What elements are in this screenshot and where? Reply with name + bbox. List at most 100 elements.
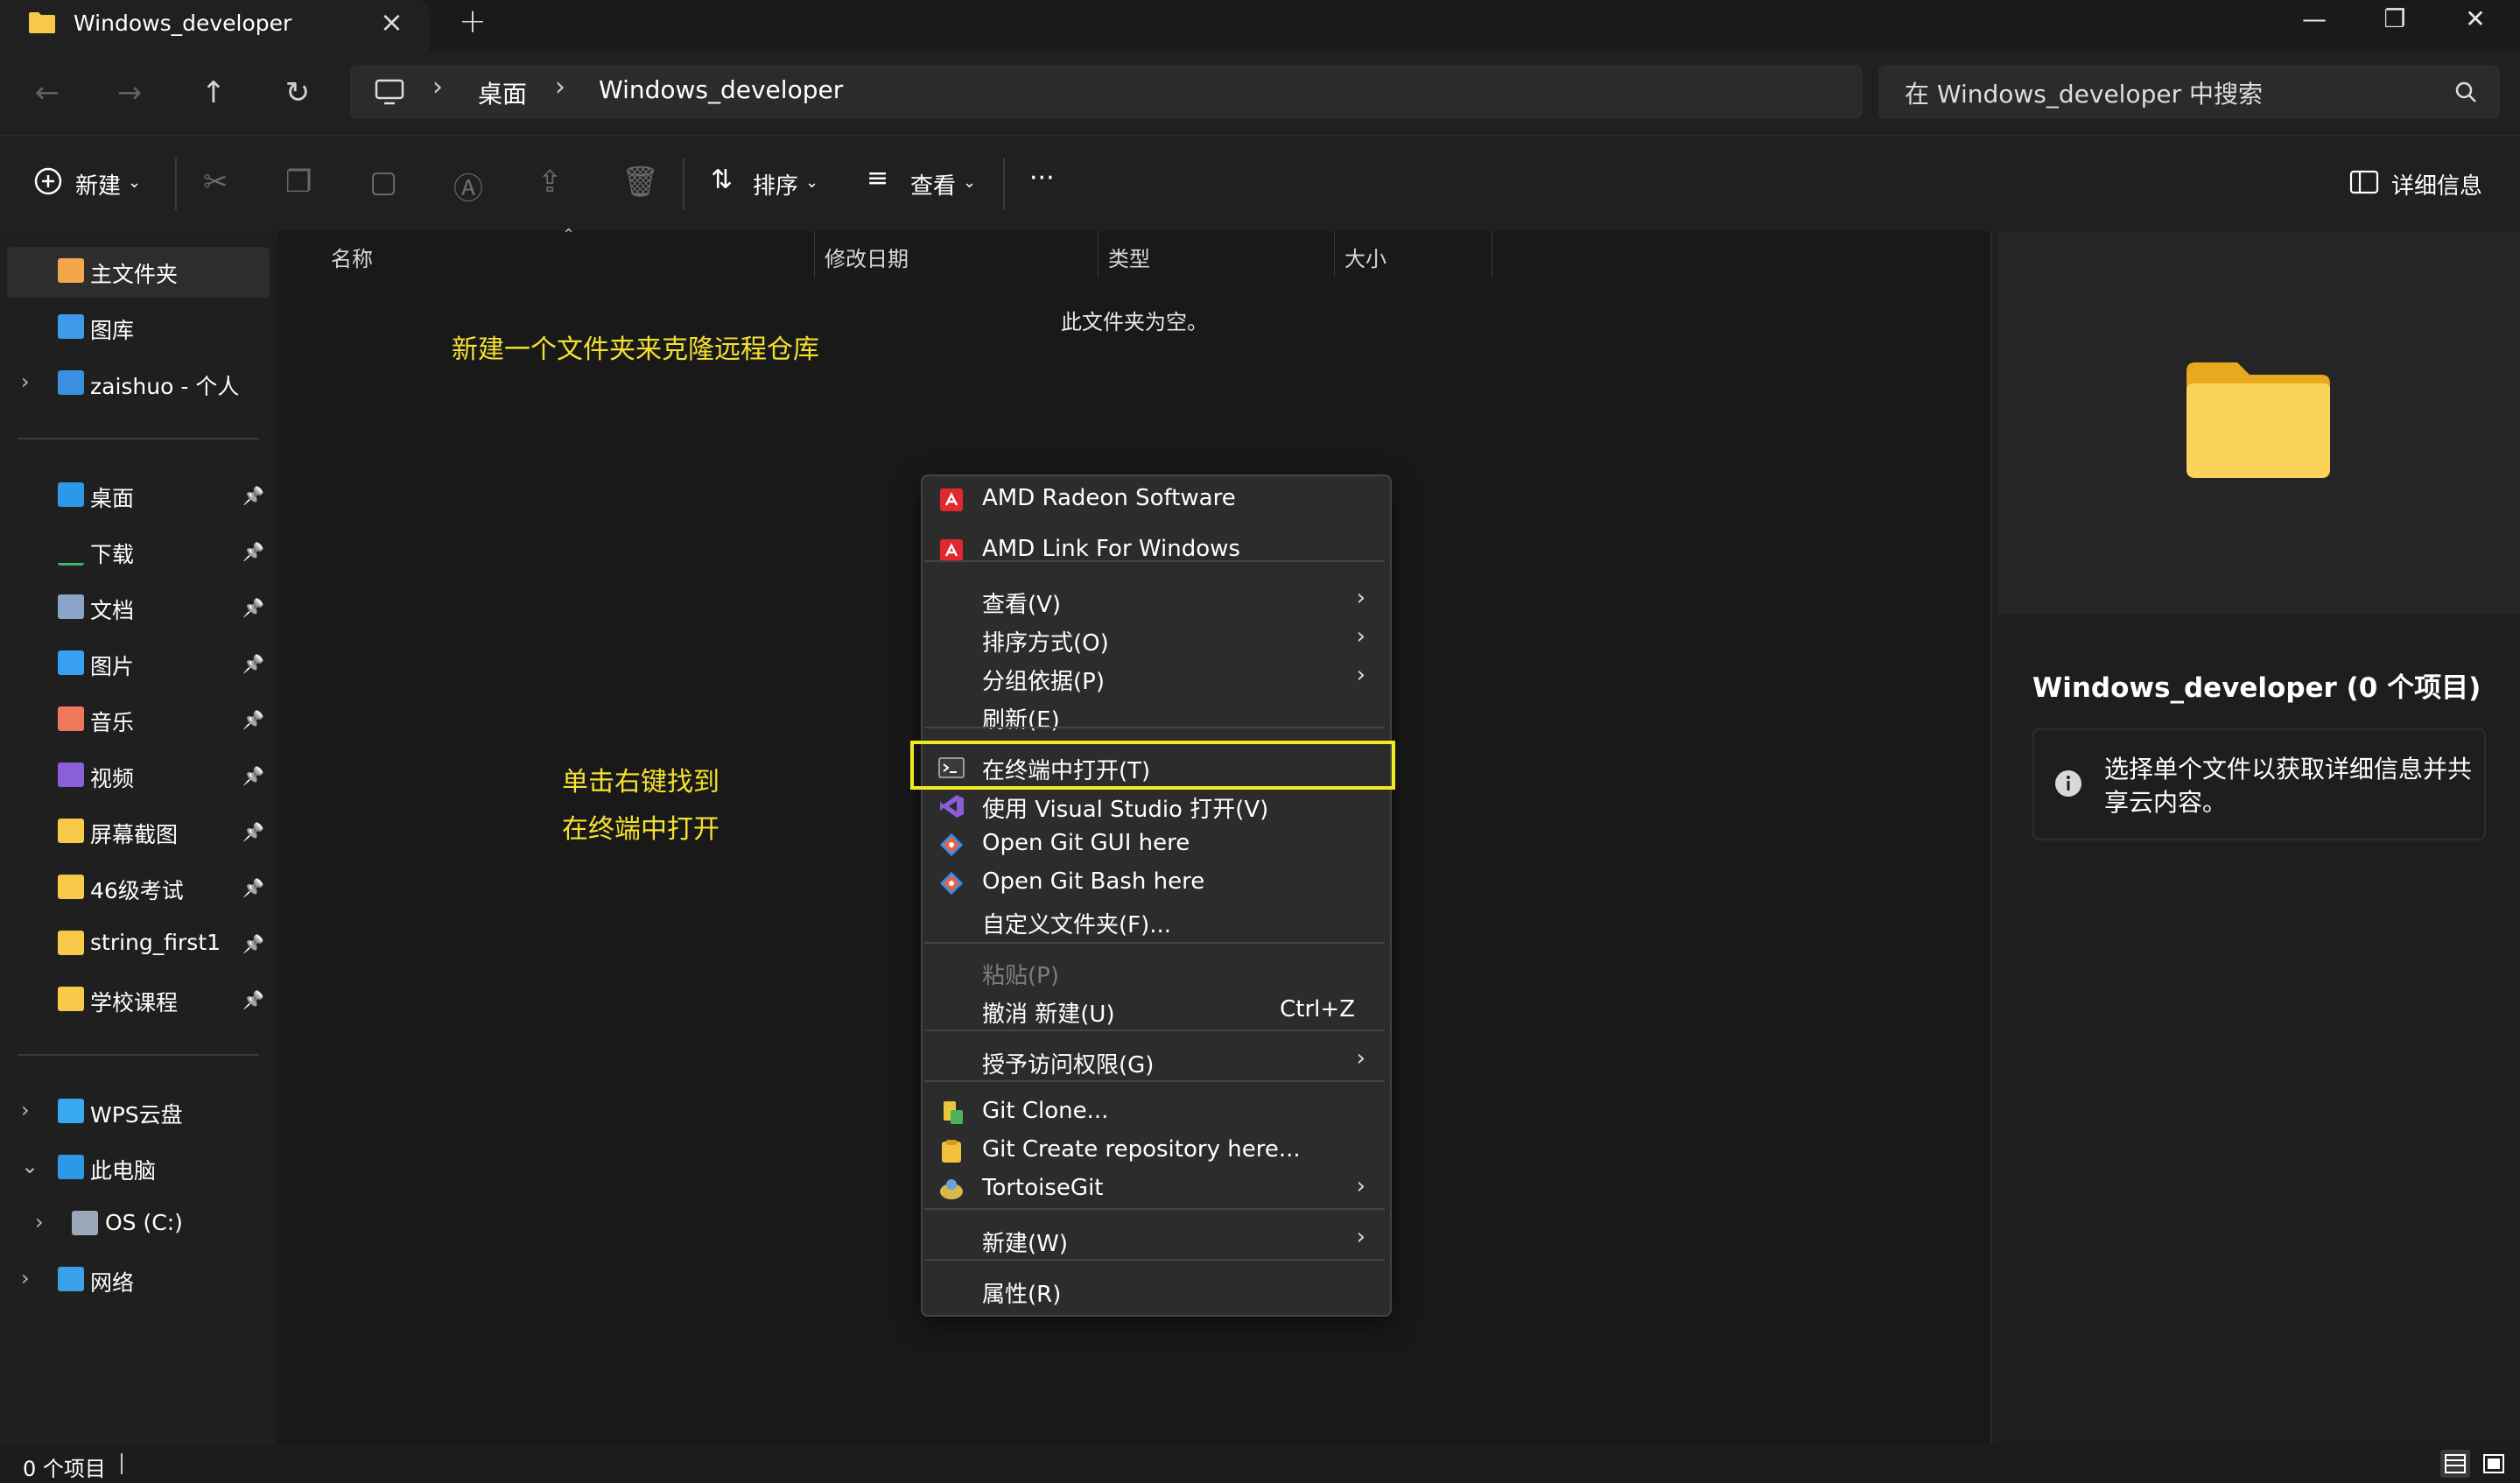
sidebar-item-pinned-2[interactable]: 文档 📌: [7, 583, 270, 634]
chevron-right-icon[interactable]: ›: [35, 1210, 44, 1234]
sidebar-item-pinned-5[interactable]: 视频 📌: [7, 751, 270, 802]
context-menu-item-0[interactable]: AMD Radeon Software: [928, 480, 1381, 518]
sidebar-item-pinned-7[interactable]: 46级考试 📌: [7, 863, 270, 914]
rename-icon[interactable]: Ⓐ: [453, 165, 483, 207]
context-menu-item-9[interactable]: Open Git Bash here: [928, 863, 1381, 902]
chevron-down-icon[interactable]: ⌄: [805, 173, 818, 192]
pin-icon[interactable]: 📌: [242, 709, 264, 730]
pin-icon[interactable]: 📌: [242, 597, 264, 618]
chevron-right-icon[interactable]: ›: [555, 72, 565, 102]
close-window-button[interactable]: ✕: [2437, 0, 2514, 51]
context-menu-item-4[interactable]: 分组依据(P) ›: [928, 658, 1381, 697]
sidebar-item-bottom-3[interactable]: › 网络: [7, 1255, 270, 1306]
details-button[interactable]: 详细信息: [2391, 168, 2482, 200]
context-menu-item-15[interactable]: Git Create repository here...: [928, 1131, 1381, 1170]
sort-button[interactable]: 排序: [753, 168, 798, 200]
paste-icon[interactable]: ▢: [369, 165, 397, 200]
new-plus-icon[interactable]: [33, 166, 63, 196]
pin-icon[interactable]: 📌: [242, 765, 264, 786]
sidebar-item-pinned-9[interactable]: 学校课程 📌: [7, 975, 270, 1026]
refresh-button[interactable]: ↻: [275, 70, 320, 116]
context-menu-item-16[interactable]: TortoiseGit ›: [928, 1170, 1381, 1208]
context-menu-label: Open Git Bash here: [982, 868, 1205, 895]
highlight-box: [910, 741, 1395, 790]
context-menu-item-18[interactable]: 属性(R): [928, 1271, 1381, 1310]
monitor-icon[interactable]: [375, 79, 404, 105]
chevron-down-icon[interactable]: ⌄: [963, 173, 976, 192]
column-divider[interactable]: [1098, 231, 1099, 277]
chevron-right-icon[interactable]: ›: [21, 1098, 30, 1122]
sidebar-item-bottom-2[interactable]: › OS (C:): [7, 1199, 270, 1250]
column-divider[interactable]: [814, 231, 815, 277]
chevron-right-icon[interactable]: ›: [432, 72, 443, 102]
sort-icon[interactable]: ⇅: [711, 165, 733, 195]
network-icon: [58, 1267, 84, 1291]
sidebar-item-pinned-0[interactable]: 桌面 📌: [7, 471, 270, 522]
pin-icon[interactable]: 📌: [242, 821, 264, 842]
column-divider[interactable]: [1334, 231, 1335, 277]
annotation-create-folder: 新建一个文件夹来克隆远程仓库: [452, 334, 819, 365]
sidebar-item-top-1[interactable]: 图库: [7, 303, 270, 354]
pin-icon[interactable]: 📌: [242, 877, 264, 898]
breadcrumb-current[interactable]: Windows_developer: [599, 75, 843, 104]
more-options-button[interactable]: ···: [1029, 163, 1055, 193]
view-icon[interactable]: ≡: [867, 163, 888, 193]
sidebar-item-pinned-3[interactable]: 图片 📌: [7, 639, 270, 690]
context-menu-item-13[interactable]: 授予访问权限(G) ›: [928, 1042, 1381, 1080]
sidebar-item-bottom-0[interactable]: › WPS云盘: [7, 1087, 270, 1138]
sidebar-item-pinned-1[interactable]: 下载 📌: [7, 527, 270, 578]
column-date-modified[interactable]: 修改日期: [825, 242, 909, 272]
minimize-button[interactable]: —: [2276, 0, 2353, 51]
cut-icon[interactable]: ✂: [203, 165, 228, 200]
context-menu-item-12[interactable]: 撤消 新建(U) Ctrl+Z: [928, 991, 1381, 1030]
chevron-right-icon[interactable]: ›: [21, 369, 30, 394]
copy-icon[interactable]: ❐: [285, 165, 312, 200]
address-bar[interactable]: [350, 65, 1863, 119]
context-menu-item-7[interactable]: 使用 Visual Studio 打开(V): [928, 786, 1381, 825]
new-button[interactable]: 新建: [75, 168, 121, 200]
documents-icon: [58, 594, 84, 619]
pin-icon[interactable]: 📌: [242, 989, 264, 1010]
pin-icon[interactable]: 📌: [242, 541, 264, 562]
context-menu-item-5[interactable]: 刷新(E): [928, 697, 1381, 735]
new-tab-button[interactable]: +: [459, 2, 487, 40]
videos-icon: [58, 763, 84, 787]
chevron-right-icon[interactable]: ›: [21, 1266, 30, 1290]
chevron-down-icon[interactable]: ⌄: [128, 173, 141, 192]
context-menu-separator: [924, 1080, 1385, 1082]
sidebar-item-top-0[interactable]: 主文件夹: [7, 247, 270, 298]
breadcrumb-desktop[interactable]: 桌面: [478, 75, 527, 110]
column-name[interactable]: 名称: [331, 242, 373, 272]
column-size[interactable]: 大小: [1344, 242, 1386, 272]
sidebar-item-pinned-8[interactable]: string_first1 📌: [7, 919, 270, 970]
context-menu-item-17[interactable]: 新建(W) ›: [928, 1220, 1381, 1259]
column-type[interactable]: 类型: [1108, 242, 1150, 272]
pin-icon[interactable]: 📌: [242, 933, 264, 954]
pin-icon[interactable]: 📌: [242, 653, 264, 674]
close-tab-icon[interactable]: ×: [380, 5, 404, 39]
pin-icon[interactable]: 📌: [242, 485, 264, 506]
search-icon[interactable]: [2454, 81, 2477, 103]
delete-icon[interactable]: 🗑: [621, 165, 659, 200]
sidebar-item-pinned-6[interactable]: 屏幕截图 📌: [7, 807, 270, 858]
tiles-view-icon[interactable]: [2479, 1450, 2509, 1478]
sidebar-item-top-2[interactable]: › zaishuo - 个人: [7, 359, 270, 410]
details-view-icon[interactable]: [2440, 1450, 2470, 1478]
context-menu-item-3[interactable]: 排序方式(O) ›: [928, 620, 1381, 658]
details-pane-icon[interactable]: [2349, 170, 2379, 194]
share-icon[interactable]: ⇪: [537, 165, 563, 200]
maximize-button[interactable]: ❐: [2356, 0, 2433, 51]
context-menu-item-10[interactable]: 自定义文件夹(F)...: [928, 902, 1381, 940]
sidebar-item-bottom-1[interactable]: ⌄ 此电脑: [7, 1143, 270, 1194]
forward-button[interactable]: →: [107, 70, 152, 116]
context-menu-item-2[interactable]: 查看(V) ›: [928, 581, 1381, 620]
up-button[interactable]: ↑: [191, 70, 236, 116]
chevron-down-icon[interactable]: ⌄: [21, 1154, 39, 1178]
context-menu-item-1[interactable]: AMD Link For Windows: [928, 531, 1381, 569]
sidebar-item-pinned-4[interactable]: 音乐 📌: [7, 695, 270, 746]
context-menu-item-14[interactable]: Git Clone...: [928, 1093, 1381, 1131]
view-button[interactable]: 查看: [910, 168, 956, 200]
context-menu-item-8[interactable]: Open Git GUI here: [928, 825, 1381, 863]
context-menu-separator: [924, 727, 1385, 728]
back-button[interactable]: ←: [25, 70, 70, 116]
